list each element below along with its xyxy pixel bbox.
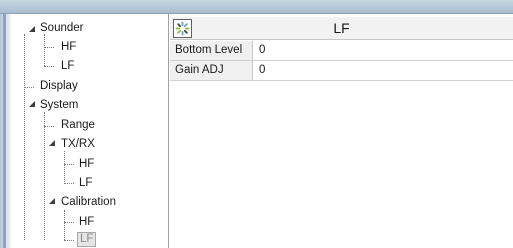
tree-item-txrx[interactable]: TX/RX bbox=[61, 137, 95, 152]
bottom-level-value[interactable]: 0 bbox=[259, 44, 265, 56]
gain-adj-label: Gain ADJ bbox=[170, 61, 253, 80]
panel-header: LF bbox=[170, 17, 513, 40]
tree-item-sounder-lf[interactable]: LF bbox=[61, 59, 74, 74]
tree-item-txrx-lf[interactable]: LF bbox=[79, 176, 92, 191]
tree-item-sounder[interactable]: Sounder bbox=[40, 21, 83, 36]
tree-item-calibration-hf[interactable]: HF bbox=[79, 215, 94, 230]
bottom-level-label: Bottom Level bbox=[170, 41, 253, 60]
tree-item-system[interactable]: System bbox=[40, 98, 78, 113]
tree-item-range[interactable]: Range bbox=[61, 118, 95, 133]
gain-adj-value[interactable]: 0 bbox=[259, 64, 265, 76]
settings-grid: Bottom Level 0 Gain ADJ 0 bbox=[170, 41, 513, 81]
panel-title: LF bbox=[333, 20, 350, 36]
navigation-tree: Sounder HF LF Display System Range TX/RX… bbox=[0, 0, 168, 248]
table-row: Gain ADJ 0 bbox=[170, 61, 513, 81]
tree-item-calibration[interactable]: Calibration bbox=[61, 195, 116, 210]
table-row: Bottom Level 0 bbox=[170, 41, 513, 61]
tree-item-sounder-hf[interactable]: HF bbox=[61, 40, 76, 55]
tree-item-display[interactable]: Display bbox=[40, 79, 78, 94]
collapse-arrow-icon[interactable] bbox=[29, 26, 36, 33]
collapse-arrow-icon[interactable] bbox=[49, 140, 56, 147]
collapse-arrow-icon[interactable] bbox=[29, 101, 36, 108]
pane-splitter[interactable] bbox=[168, 14, 169, 248]
collapse-arrow-icon[interactable] bbox=[49, 198, 56, 205]
tree-item-txrx-hf[interactable]: HF bbox=[79, 157, 94, 172]
tree-item-calibration-lf[interactable]: LF bbox=[77, 232, 97, 247]
